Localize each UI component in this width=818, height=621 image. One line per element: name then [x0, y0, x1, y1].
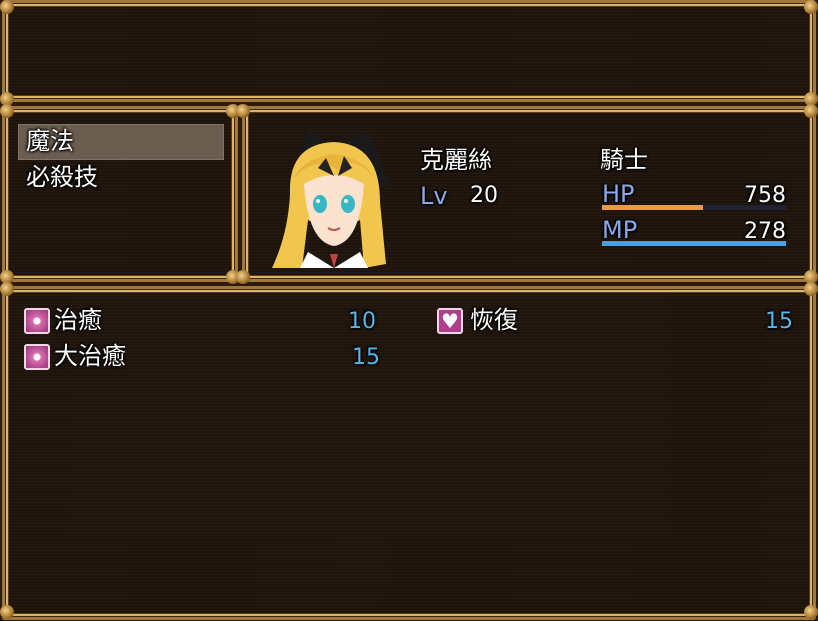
frame-ornament — [0, 605, 14, 619]
character-portrait — [268, 124, 400, 268]
heal-sparkle-icon — [24, 344, 50, 370]
heal-sparkle-icon — [24, 308, 50, 334]
frame-ornament — [0, 0, 14, 14]
frame-ornament — [804, 0, 818, 14]
frame-ornament — [804, 104, 818, 118]
command-item-magic[interactable]: 魔法 — [26, 127, 74, 155]
frame-ornament — [0, 282, 14, 296]
level-label: Lv — [420, 182, 448, 210]
mp-label: MP — [602, 216, 638, 244]
level-value: 20 — [470, 183, 498, 208]
actor-name: 克麗絲 — [420, 146, 492, 174]
heart-icon: ♥ — [437, 308, 463, 334]
skill-name: 恢復 — [470, 306, 518, 334]
mp-value: 278 — [744, 219, 786, 244]
command-item-special[interactable]: 必殺技 — [26, 163, 98, 191]
actor-class: 騎士 — [600, 146, 648, 174]
skill-list-window — [2, 286, 816, 620]
hp-label: HP — [602, 180, 635, 208]
skill-cost: 10 — [348, 309, 376, 334]
skill-name: 治癒 — [54, 306, 102, 334]
help-window — [2, 0, 816, 102]
frame-ornament — [804, 282, 818, 296]
hp-value: 758 — [744, 183, 786, 208]
frame-ornament — [804, 605, 818, 619]
skill-cost: 15 — [352, 345, 380, 370]
frame-ornament — [236, 104, 250, 118]
skill-name: 大治癒 — [54, 342, 126, 370]
skill-cost: 15 — [765, 309, 793, 334]
frame-ornament — [236, 270, 250, 284]
frame-ornament — [0, 104, 14, 118]
